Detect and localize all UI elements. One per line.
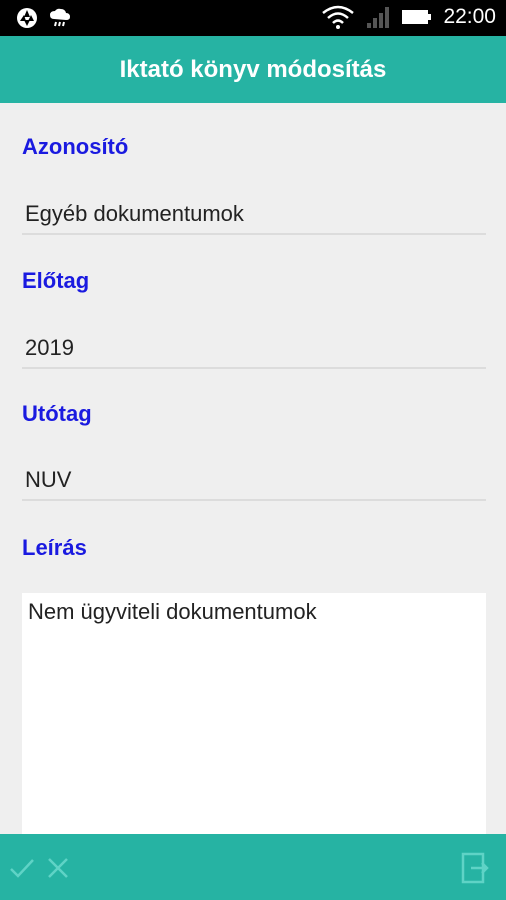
signal-icon (367, 7, 390, 28)
bottom-bar (0, 834, 506, 900)
page-title: Iktató könyv módosítás (119, 55, 387, 83)
exit-icon[interactable] (460, 851, 490, 885)
aperture-icon (17, 8, 37, 28)
check-icon[interactable] (8, 854, 36, 882)
leiras-textarea[interactable]: Nem ügyviteli dokumentumok (22, 593, 486, 834)
utotag-field[interactable]: NUV (22, 461, 486, 501)
app-bar: Iktató könyv módosítás (0, 36, 506, 103)
status-time: 22:00 (443, 5, 496, 28)
elotag-value: 2019 (25, 335, 74, 360)
wifi-icon (322, 5, 355, 29)
cloud-icon (50, 8, 70, 27)
leiras-label: Leírás (22, 535, 87, 560)
battery-icon (402, 10, 432, 24)
azonosito-field[interactable]: Egyéb dokumentumok (22, 195, 486, 235)
close-icon[interactable] (44, 854, 72, 882)
elotag-field[interactable]: 2019 (22, 329, 486, 369)
utotag-label: Utótag (22, 401, 92, 426)
elotag-label: Előtag (22, 268, 90, 293)
leiras-value: Nem ügyviteli dokumentumok (28, 599, 317, 624)
azonosito-label: Azonosító (22, 134, 129, 159)
utotag-value: NUV (25, 467, 72, 492)
status-bar: 22:00 (0, 0, 506, 36)
azonosito-value: Egyéb dokumentumok (25, 201, 244, 226)
